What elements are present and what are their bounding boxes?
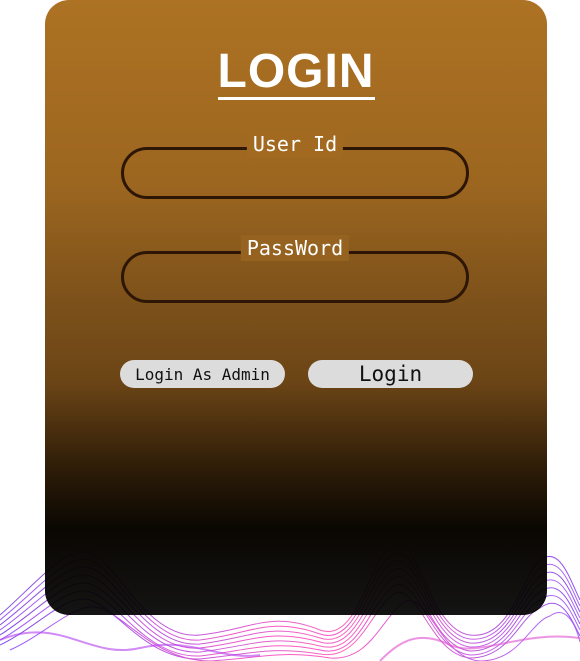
login-as-admin-button[interactable]: Login As Admin (120, 360, 285, 388)
user-id-label: User Id (246, 131, 344, 157)
login-title-text: LOGIN (217, 45, 375, 100)
user-id-field[interactable]: User Id (121, 131, 469, 199)
login-button[interactable]: Login (308, 360, 473, 388)
login-card: LOGIN User Id PassWord Login As Admin Lo… (45, 0, 547, 615)
password-field[interactable]: PassWord (121, 235, 469, 303)
user-id-input[interactable] (140, 158, 450, 190)
password-input[interactable] (140, 262, 450, 294)
login-title: LOGIN (45, 44, 547, 100)
password-label: PassWord (240, 235, 350, 261)
